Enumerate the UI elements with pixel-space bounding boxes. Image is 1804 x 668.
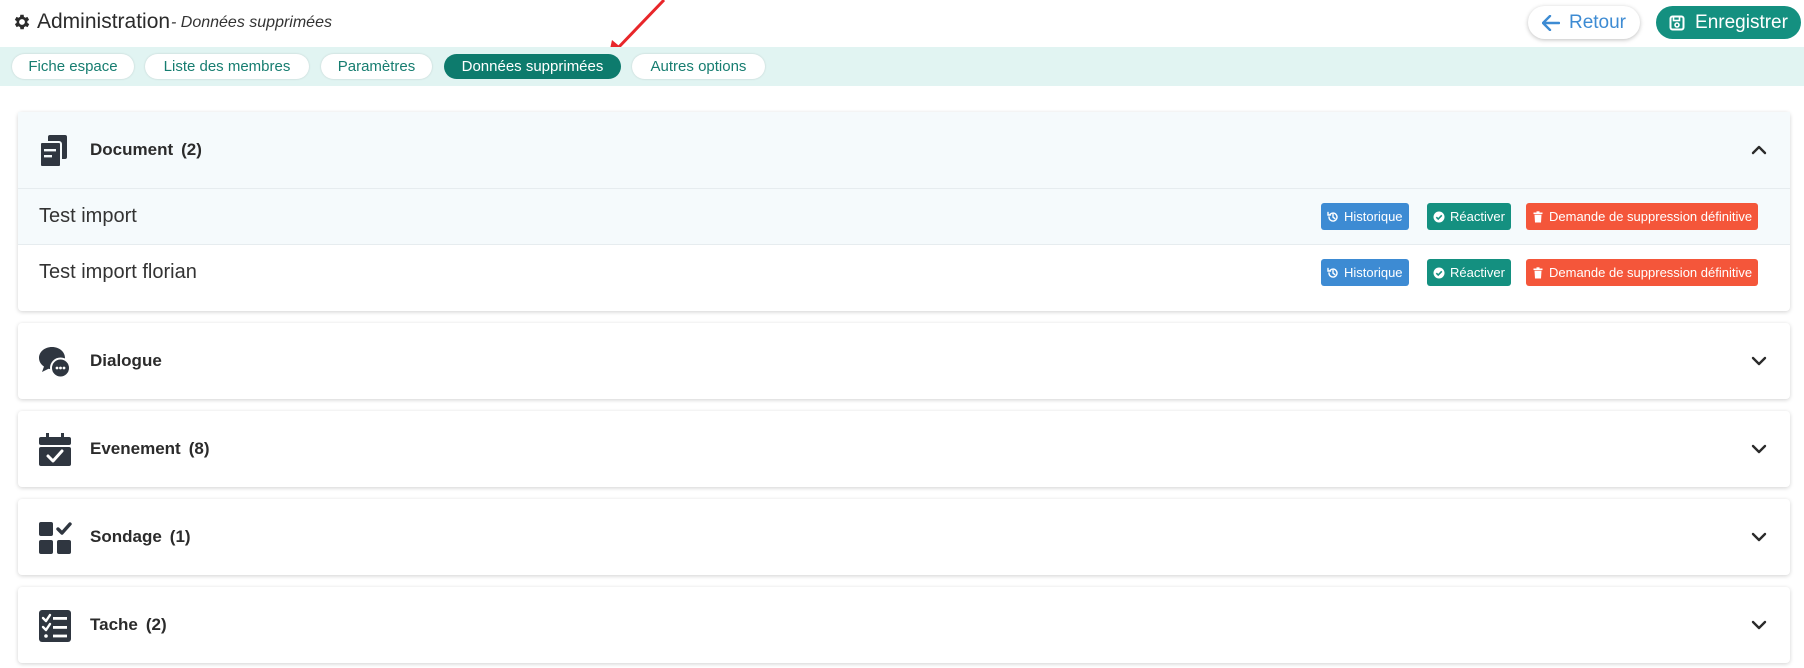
check-circle-icon xyxy=(1433,211,1445,222)
floppy-disk-icon xyxy=(1669,15,1685,30)
back-button[interactable]: Retour xyxy=(1528,6,1640,39)
tab-fiche-espace[interactable]: Fiche espace xyxy=(12,54,134,79)
trash-icon xyxy=(1533,210,1543,222)
reactivate-button[interactable]: Réactiver xyxy=(1427,203,1511,230)
chevron-up-icon[interactable] xyxy=(1750,141,1768,159)
tab-autres-options[interactable]: Autres options xyxy=(632,54,765,79)
trash-icon xyxy=(1533,266,1543,278)
chevron-down-icon[interactable] xyxy=(1750,528,1768,546)
documents-icon xyxy=(39,135,67,168)
list-item: Test import Historique Réactiver Demande… xyxy=(18,188,1790,244)
chevron-down-icon[interactable] xyxy=(1750,440,1768,458)
chevron-down-icon[interactable] xyxy=(1750,616,1768,634)
poll-grid-icon xyxy=(39,522,72,554)
section-title: Evenement xyxy=(90,439,181,458)
page-title: Administration xyxy=(37,10,171,33)
reactivate-button[interactable]: Réactiver xyxy=(1427,259,1511,286)
section-header-sondage[interactable]: Sondage (1) xyxy=(18,499,1790,575)
arrow-left-icon xyxy=(1541,14,1560,31)
item-name: Test import xyxy=(39,205,137,227)
chat-bubbles-icon xyxy=(39,347,71,379)
gear-icon xyxy=(14,14,30,30)
save-button[interactable]: Enregistrer xyxy=(1656,6,1801,39)
section-count: (2) xyxy=(181,140,202,159)
section-document: Document (2) Test import Historique Réact… xyxy=(18,112,1790,311)
section-dialogue: Dialogue xyxy=(18,323,1790,399)
section-count: (1) xyxy=(169,527,191,546)
section-header-evenement[interactable]: Evenement (8) xyxy=(18,411,1790,487)
delete-request-button[interactable]: Demande de suppression définitive xyxy=(1526,259,1759,286)
section-header-dialogue[interactable]: Dialogue xyxy=(18,323,1790,399)
history-button[interactable]: Historique xyxy=(1321,203,1409,230)
list-item: Test import florian Historique Réactiver… xyxy=(18,244,1790,300)
calendar-check-icon xyxy=(39,433,71,466)
page-header: Administration - Données supprimées Reto… xyxy=(0,0,1804,46)
section-count: (8) xyxy=(188,439,210,458)
history-button[interactable]: Historique xyxy=(1321,259,1409,286)
section-evenement: Evenement (8) xyxy=(18,411,1790,487)
section-header-document[interactable]: Document (2) xyxy=(18,112,1790,188)
section-sondage: Sondage (1) xyxy=(18,499,1790,575)
history-icon xyxy=(1327,267,1338,278)
back-button-label: Retour xyxy=(1568,11,1627,33)
section-title: Dialogue xyxy=(90,351,162,370)
tab-bar: Fiche espace Liste des membres Paramètre… xyxy=(0,47,1804,86)
section-tache: Tache (2) xyxy=(18,587,1790,663)
section-title: Tache xyxy=(90,615,138,634)
task-list-icon xyxy=(39,610,71,642)
delete-request-button[interactable]: Demande de suppression définitive xyxy=(1526,203,1759,230)
section-title: Sondage xyxy=(90,527,162,546)
tab-liste-des-membres[interactable]: Liste des membres xyxy=(145,54,309,79)
section-header-tache[interactable]: Tache (2) xyxy=(18,587,1790,663)
tab-parametres[interactable]: Paramètres xyxy=(321,54,432,79)
tab-donnees-supprimees[interactable]: Données supprimées xyxy=(444,54,621,79)
section-title: Document xyxy=(90,140,174,159)
save-button-label: Enregistrer xyxy=(1695,11,1788,33)
item-name: Test import florian xyxy=(39,261,197,283)
page-subtitle: - Données supprimées xyxy=(171,14,332,31)
chevron-down-icon[interactable] xyxy=(1750,352,1768,370)
history-icon xyxy=(1327,211,1338,222)
check-circle-icon xyxy=(1433,267,1445,278)
section-count: (2) xyxy=(145,615,167,634)
